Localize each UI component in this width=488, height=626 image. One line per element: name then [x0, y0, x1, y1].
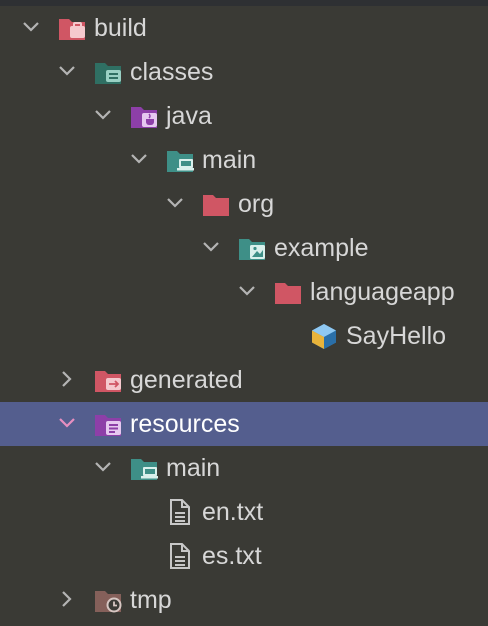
tree-item-languageapp[interactable]: languageapp	[0, 270, 488, 314]
tree-item-label: tmp	[130, 586, 172, 614]
tree-item-java[interactable]: java	[0, 94, 488, 138]
tree-item-en-txt[interactable]: en.txt	[0, 490, 488, 534]
image-folder-icon	[238, 235, 266, 261]
tree-item-label: es.txt	[202, 542, 262, 570]
tree-item-generated[interactable]: generated	[0, 358, 488, 402]
class-file-icon	[310, 323, 338, 349]
chevron-down-icon[interactable]	[56, 60, 78, 82]
chevron-down-icon[interactable]	[164, 192, 186, 214]
chevron-right-icon[interactable]	[56, 368, 78, 390]
java-folder-icon	[130, 103, 158, 129]
tree-item-label: resources	[130, 410, 240, 438]
tree-item-sayhello[interactable]: SayHello	[0, 314, 488, 358]
tree-item-label: java	[166, 102, 212, 130]
chevron-right-icon[interactable]	[56, 588, 78, 610]
chevron-down-icon[interactable]	[128, 148, 150, 170]
tree-item-label: main	[166, 454, 221, 482]
build-folder-icon	[58, 15, 86, 41]
tree-item-label: generated	[130, 366, 243, 394]
text-file-icon	[166, 543, 194, 569]
tree-item-build[interactable]: build	[0, 6, 488, 50]
tree-item-label: build	[94, 14, 147, 42]
tree-item-label: languageapp	[310, 278, 455, 306]
generated-folder-icon	[94, 367, 122, 393]
chevron-down-icon[interactable]	[200, 236, 222, 258]
module-folder-icon	[166, 147, 194, 173]
tree-item-label: example	[274, 234, 369, 262]
tree-item-main[interactable]: main	[0, 446, 488, 490]
tree-item-es-txt[interactable]: es.txt	[0, 534, 488, 578]
chevron-down-icon[interactable]	[56, 412, 78, 434]
chevron-down-icon[interactable]	[20, 16, 42, 38]
text-file-icon	[166, 499, 194, 525]
tree-item-label: SayHello	[346, 322, 447, 350]
tree-item-label: main	[202, 146, 257, 174]
tree-item-label: org	[238, 190, 275, 218]
resources-folder-icon	[94, 411, 122, 437]
tree-item-label: classes	[130, 58, 214, 86]
tree-item-resources[interactable]: resources	[0, 402, 488, 446]
tree-item-classes[interactable]: classes	[0, 50, 488, 94]
package-folder-icon	[274, 279, 302, 305]
chevron-down-icon[interactable]	[236, 280, 258, 302]
project-tree: build classes java main org example lang…	[0, 6, 488, 622]
chevron-down-icon[interactable]	[92, 456, 114, 478]
module-folder-icon	[130, 455, 158, 481]
tmp-folder-icon	[94, 587, 122, 613]
chevron-down-icon[interactable]	[92, 104, 114, 126]
tree-item-org[interactable]: org	[0, 182, 488, 226]
tree-item-tmp[interactable]: tmp	[0, 578, 488, 622]
tree-item-label: en.txt	[202, 498, 264, 526]
tree-item-main[interactable]: main	[0, 138, 488, 182]
package-folder-icon	[202, 191, 230, 217]
tree-item-example[interactable]: example	[0, 226, 488, 270]
classes-folder-icon	[94, 59, 122, 85]
